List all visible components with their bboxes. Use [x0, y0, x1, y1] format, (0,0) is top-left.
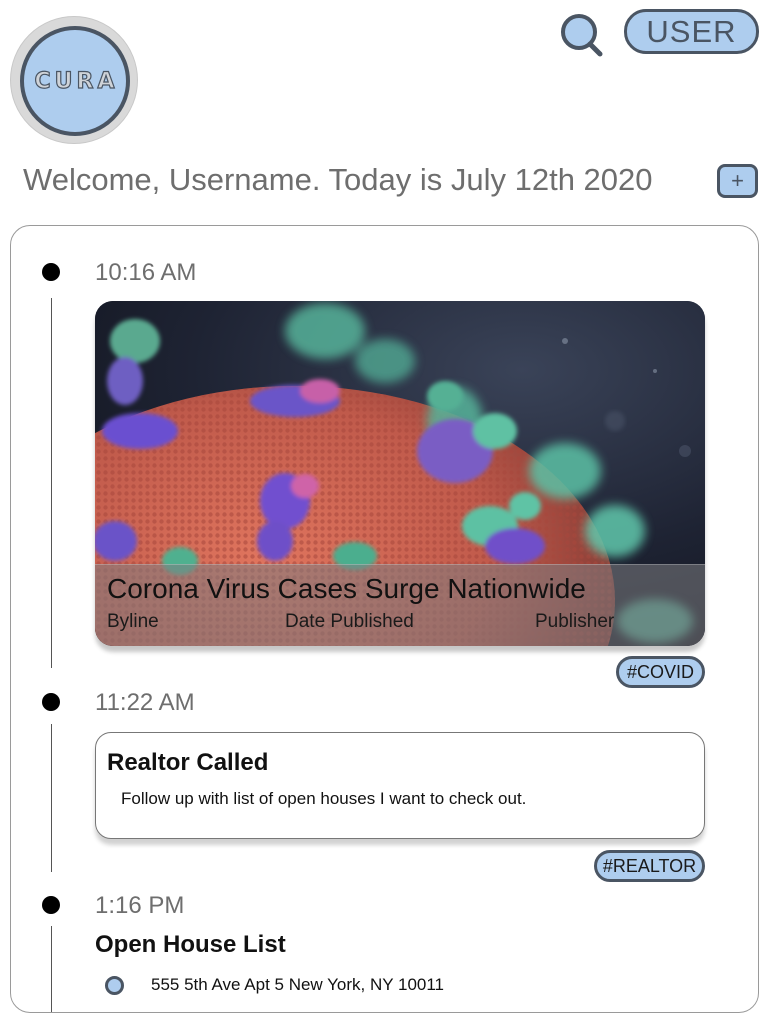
news-card[interactable]: Corona Virus Cases Surge Nationwide Byli… [95, 301, 705, 646]
entry-time: 11:22 AM [95, 689, 195, 716]
app-logo[interactable]: CURA [10, 16, 138, 144]
add-entry-button[interactable]: + [717, 164, 758, 198]
list-item-radio[interactable] [105, 976, 124, 995]
timeline-connector [51, 724, 52, 872]
entry-time: 1:16 PM [95, 892, 185, 919]
plus-icon: + [731, 168, 744, 193]
list-title: Open House List [95, 931, 286, 958]
search-button[interactable] [558, 12, 606, 58]
news-publisher: Publisher [535, 611, 615, 632]
list-item: 555 5th Ave Apt 5 New York, NY 10011 [151, 975, 445, 994]
news-date-published: Date Published [285, 611, 414, 632]
timeline-connector [51, 298, 52, 668]
news-caption: Corona Virus Cases Surge Nationwide Byli… [95, 564, 705, 646]
user-button[interactable]: USER [624, 9, 759, 54]
welcome-message: Welcome, Username. Today is July 12th 20… [23, 162, 653, 197]
news-byline: Byline [107, 611, 159, 632]
note-card[interactable]: Realtor Called Follow up with list of op… [95, 732, 705, 839]
timeline-dot [42, 263, 60, 281]
note-title: Realtor Called [107, 749, 269, 776]
timeline-panel[interactable]: 10:16 AM Corona Virus Cases Surge Nation… [10, 225, 759, 1013]
news-title: Corona Virus Cases Surge Nationwide [107, 573, 586, 604]
search-icon [561, 14, 603, 57]
logo-text: CURA [34, 68, 119, 94]
timeline-dot [42, 693, 60, 711]
note-body: Follow up with list of open houses I wan… [121, 789, 527, 808]
tag-covid[interactable]: #COVID [616, 656, 705, 688]
entry-time: 10:16 AM [95, 259, 197, 286]
timeline-connector [51, 926, 52, 1012]
logo-badge: CURA [20, 26, 130, 136]
timeline-dot [42, 896, 60, 914]
tag-realtor[interactable]: #REALTOR [594, 850, 705, 882]
